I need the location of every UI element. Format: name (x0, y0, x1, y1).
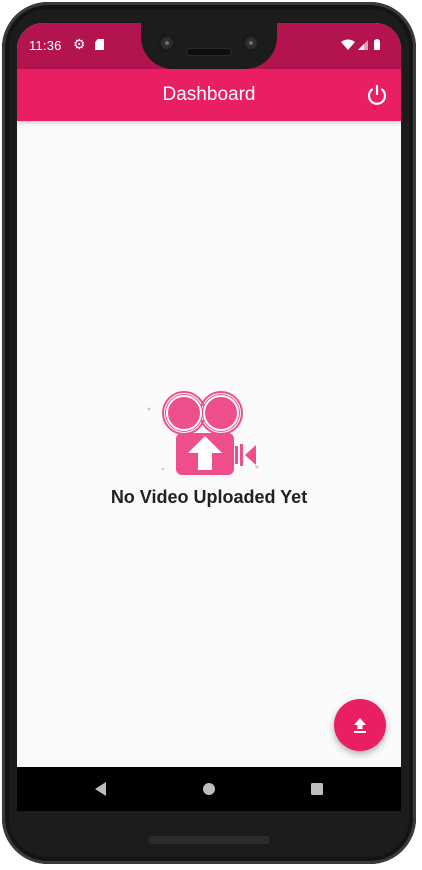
upload-video-button[interactable] (334, 699, 386, 751)
home-icon (203, 783, 215, 795)
status-icons (341, 39, 380, 50)
gear-icon: ⚙ (73, 36, 86, 52)
status-bar: 11:36 ⚙ (17, 23, 401, 69)
app-bar: Dashboard (17, 69, 401, 121)
sd-card-icon (95, 39, 104, 50)
back-button[interactable] (89, 777, 113, 801)
recents-icon (311, 783, 323, 795)
camera-notch (141, 23, 277, 69)
page-title: Dashboard (162, 84, 256, 105)
power-icon (367, 84, 387, 105)
bottom-speaker-grille (148, 836, 270, 844)
empty-state: No Video Uploaded Yet (17, 383, 401, 508)
status-time: 11:36 (29, 38, 62, 53)
power-button[interactable] (363, 81, 391, 109)
home-button[interactable] (197, 777, 221, 801)
earpiece-speaker (187, 49, 231, 55)
wifi-icon (341, 39, 355, 50)
upload-icon (354, 718, 366, 733)
front-camera (157, 33, 177, 53)
phone-screen: 11:36 ⚙ Dashboard No Video Uploaded Yet (17, 23, 401, 811)
empty-state-message: No Video Uploaded Yet (110, 487, 308, 507)
back-icon (95, 782, 106, 796)
system-nav-bar (17, 767, 401, 811)
front-camera (241, 33, 261, 53)
recents-button[interactable] (305, 777, 329, 801)
phone-frame: 11:36 ⚙ Dashboard No Video Uploaded Yet (2, 2, 416, 864)
video-camera-upload-icon (147, 391, 259, 475)
battery-icon (374, 40, 380, 50)
